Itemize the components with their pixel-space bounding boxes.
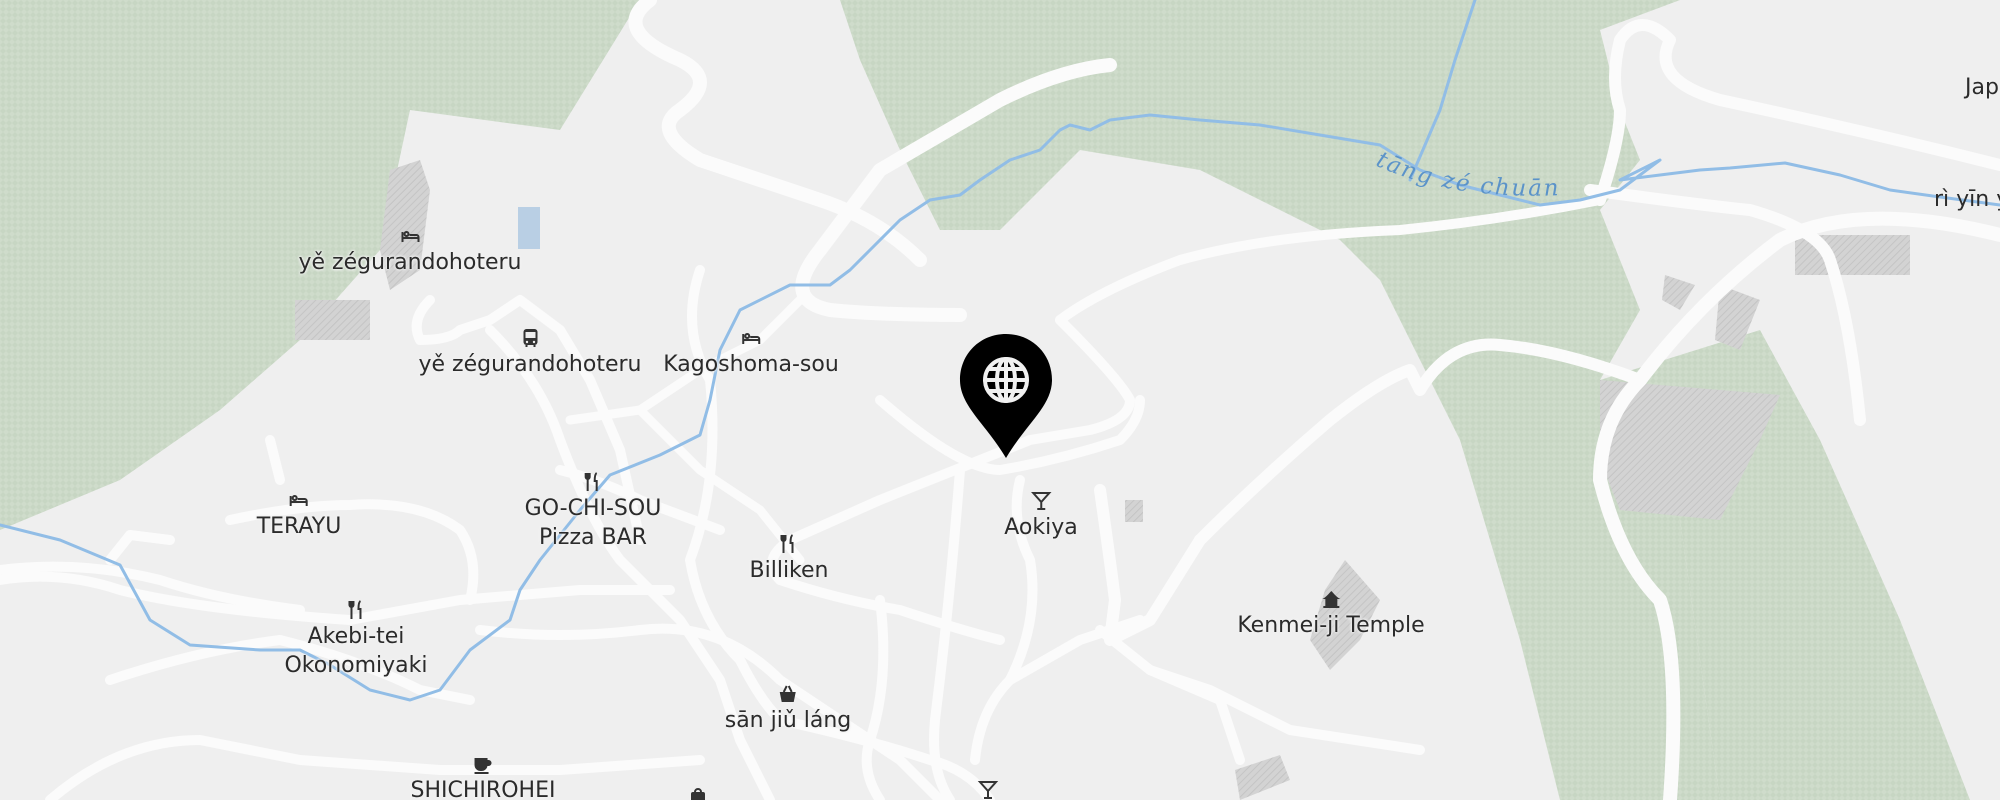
cafe-icon <box>471 752 495 776</box>
cocktail-icon <box>976 778 1000 800</box>
poi-kenmeiji-temple[interactable]: Kenmei-ji Temple <box>1237 587 1425 640</box>
restaurant-icon <box>581 470 605 494</box>
globe-icon <box>983 357 1029 403</box>
shop-bag-icon <box>776 682 800 706</box>
poi-terayu[interactable]: TERAYU <box>256 488 342 541</box>
restaurant-icon <box>777 532 801 556</box>
bed-icon <box>739 326 763 350</box>
poi-akebitei[interactable]: Akebi-tei Okonomiyaki <box>284 598 428 680</box>
poi-label: yě zégurandohoteru <box>298 250 522 275</box>
poi-bottom-bar[interactable] <box>976 778 1000 800</box>
selected-location-marker[interactable] <box>958 332 1054 460</box>
poi-san-jiu-lang[interactable]: sān jiǔ láng <box>724 682 852 735</box>
poi-shichirohei[interactable]: SHICHIROHEI <box>410 752 556 800</box>
poi-label: GO-CHI-SOU Pizza BAR <box>524 496 662 550</box>
cocktail-icon <box>1029 489 1053 513</box>
shop-icon <box>686 784 710 800</box>
poi-hotel[interactable]: yě zégurandohoteru <box>299 224 522 277</box>
poi-label: Kagoshoma-sou <box>663 352 839 377</box>
poi-bus-stop[interactable]: yě zégurandohoteru <box>419 326 642 379</box>
poi-kagoshoma-sou[interactable]: Kagoshoma-sou <box>663 326 839 379</box>
map-view[interactable]: tāng zé chuān yě zégurandohoteru yě zégu… <box>0 0 2000 800</box>
place-label-truncated: rì yīn y <box>1934 187 2000 212</box>
poi-billiken[interactable]: Billiken <box>749 532 829 585</box>
poi-label: TERAYU <box>256 514 342 539</box>
poi-bottom-shop[interactable] <box>686 784 710 800</box>
poi-label: Aokiya <box>1004 515 1078 540</box>
poi-aokiya[interactable]: Aokiya <box>1004 489 1078 542</box>
poi-label: Kenmei-ji Temple <box>1237 613 1425 638</box>
bus-icon <box>518 326 542 350</box>
bed-icon <box>398 224 422 248</box>
place-label-truncated: Jap <box>1965 75 1999 100</box>
bed-icon <box>287 488 311 512</box>
poi-gochisou[interactable]: GO-CHI-SOU Pizza BAR <box>524 470 662 552</box>
poi-label: sān jiǔ láng <box>724 708 852 733</box>
temple-icon <box>1319 587 1343 611</box>
poi-label: Akebi-tei Okonomiyaki <box>284 624 428 678</box>
poi-label: yě zégurandohoteru <box>418 352 642 377</box>
poi-label: SHICHIROHEI <box>410 778 556 800</box>
restaurant-icon <box>344 598 368 622</box>
poi-label: Billiken <box>749 558 829 583</box>
